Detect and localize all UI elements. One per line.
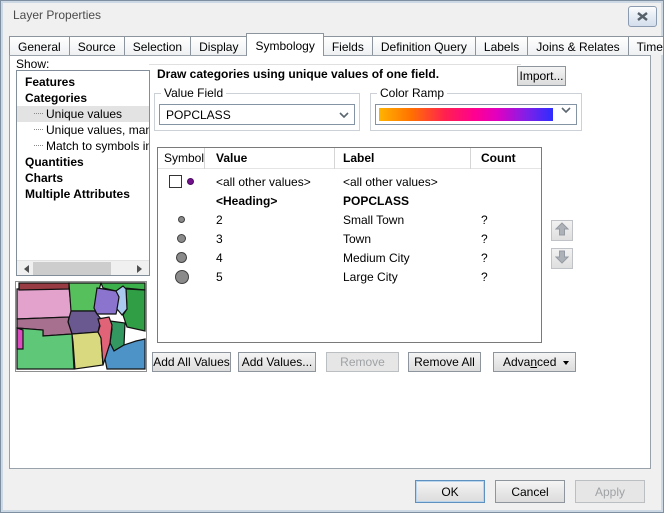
tree-item-unique-values-many[interactable]: Unique values, many — [17, 122, 149, 138]
value-field-group-label: Value Field — [161, 86, 226, 100]
column-header-symbol[interactable]: Symbol — [158, 148, 205, 169]
import-button[interactable]: Import... — [517, 66, 566, 86]
arrow-up-icon — [555, 222, 569, 239]
tree-item-charts[interactable]: Charts — [17, 170, 149, 186]
tree-item-multiple-attributes[interactable]: Multiple Attributes — [17, 186, 149, 202]
point-symbol-icon[interactable] — [177, 234, 186, 243]
menu-caret-icon — [563, 361, 569, 368]
value-field-group: Value Field POPCLASS — [154, 93, 360, 131]
point-symbol-icon[interactable] — [175, 270, 189, 284]
tab-general[interactable]: General — [9, 36, 70, 55]
table-header: Symbol Value Label Count — [158, 148, 541, 169]
remove-all-button[interactable]: Remove All — [408, 352, 481, 372]
header-separator — [149, 64, 521, 65]
tab-page: Show: Features Categories Unique values … — [9, 55, 651, 469]
map-preview-svg — [16, 282, 146, 371]
color-ramp-gradient — [379, 108, 553, 121]
color-ramp-dropdown[interactable] — [375, 104, 577, 125]
tree-item-unique-values[interactable]: Unique values — [17, 106, 149, 122]
cancel-button[interactable]: Cancel — [495, 480, 565, 503]
window-title: Layer Properties — [13, 8, 101, 22]
value-field-dropdown[interactable]: POPCLASS — [159, 104, 355, 125]
move-down-button[interactable] — [551, 248, 573, 269]
tab-labels[interactable]: Labels — [475, 36, 528, 55]
table-row[interactable]: 5 Large City ? — [158, 267, 541, 286]
horizontal-scrollbar[interactable] — [17, 260, 149, 275]
tab-definition-query[interactable]: Definition Query — [372, 36, 476, 55]
color-ramp-group: Color Ramp — [370, 93, 582, 131]
arrow-down-icon — [555, 250, 569, 267]
show-label: Show: — [16, 57, 49, 71]
apply-button[interactable]: Apply — [575, 480, 645, 503]
remove-button[interactable]: Remove — [326, 352, 399, 372]
tree-item-categories[interactable]: Categories — [17, 90, 149, 106]
tab-time[interactable]: Time — [628, 36, 664, 55]
tree-item-quantities[interactable]: Quantities — [17, 154, 149, 170]
table-row[interactable]: 4 Medium City ? — [158, 248, 541, 267]
scrollbar-thumb[interactable] — [33, 262, 111, 275]
point-symbol-icon[interactable] — [176, 252, 187, 263]
tree-item-match-symbols[interactable]: Match to symbols in a — [17, 138, 149, 154]
color-ramp-group-label: Color Ramp — [377, 86, 447, 100]
column-header-label[interactable]: Label — [335, 148, 471, 169]
value-field-selected-value: POPCLASS — [160, 108, 334, 122]
tree-item-features[interactable]: Features — [17, 74, 149, 90]
close-button[interactable] — [628, 6, 657, 27]
table-row[interactable]: 3 Town ? — [158, 229, 541, 248]
tab-source[interactable]: Source — [69, 36, 125, 55]
close-icon — [637, 10, 648, 24]
layer-properties-dialog: Layer Properties General Source Selectio… — [0, 0, 664, 513]
move-up-button[interactable] — [551, 220, 573, 241]
add-all-values-button[interactable]: Add All Values — [152, 352, 231, 372]
add-values-button[interactable]: Add Values... — [238, 352, 316, 372]
tab-display[interactable]: Display — [190, 36, 247, 55]
tab-selection[interactable]: Selection — [124, 36, 191, 55]
tab-strip: General Source Selection Display Symbolo… — [9, 32, 664, 55]
chevron-down-icon — [334, 112, 354, 118]
point-symbol-icon[interactable] — [178, 216, 185, 223]
ok-button[interactable]: OK — [415, 480, 485, 503]
unique-values-table: Symbol Value Label Count <all other valu… — [157, 147, 542, 343]
table-row[interactable]: <Heading> POPCLASS — [158, 191, 541, 210]
tab-joins-relates[interactable]: Joins & Relates — [527, 36, 628, 55]
method-description: Draw categories using unique values of o… — [157, 67, 512, 81]
layer-preview-map — [15, 281, 147, 372]
table-row[interactable]: 2 Small Town ? — [158, 210, 541, 229]
column-header-value[interactable]: Value — [205, 148, 335, 169]
tab-fields[interactable]: Fields — [323, 36, 373, 55]
all-other-values-symbol-icon[interactable] — [187, 178, 194, 185]
table-row[interactable]: <all other values> <all other values> — [158, 172, 541, 191]
scroll-left-icon[interactable] — [17, 261, 32, 276]
advanced-menu-button[interactable]: Advanced — [493, 352, 576, 372]
column-header-count[interactable]: Count — [471, 148, 527, 169]
tab-symbology[interactable]: Symbology — [246, 33, 323, 56]
chevron-down-icon — [556, 107, 576, 113]
scroll-right-icon[interactable] — [134, 261, 149, 276]
all-other-values-checkbox[interactable] — [169, 175, 182, 188]
show-tree-list: Features Categories Unique values Unique… — [16, 70, 150, 276]
